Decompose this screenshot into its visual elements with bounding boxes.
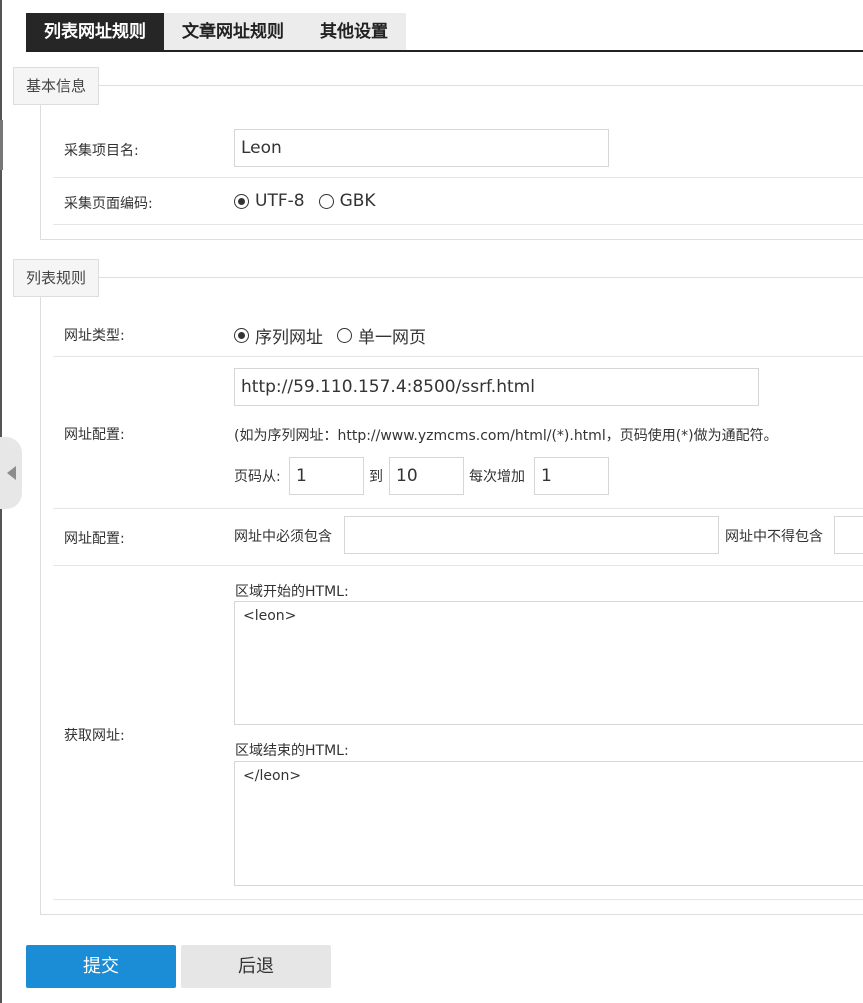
encoding-radio-group: UTF-8 GBK — [234, 191, 390, 211]
url-input[interactable]: http://59.110.157.4:8500/ssrf.html — [234, 368, 759, 406]
url-type-option-sequence-label: 序列网址 — [255, 328, 323, 348]
url-type-radio-group: 序列网址 单一网页 — [234, 323, 440, 348]
url-type-label: 网址类型: — [64, 328, 125, 344]
page-from-label: 页码从: — [234, 469, 281, 485]
page-to-label: 到 — [369, 469, 383, 485]
must-not-contain-label: 网址中不得包含 — [725, 529, 823, 545]
encoding-option-utf8-label: UTF-8 — [255, 191, 305, 211]
url-type-option-sequence[interactable]: 序列网址 — [234, 323, 323, 348]
row-divider — [53, 356, 863, 357]
url-type-option-single-label: 单一网页 — [358, 328, 426, 348]
encoding-option-gbk-label: GBK — [339, 191, 376, 211]
url-type-option-single[interactable]: 单一网页 — [337, 323, 426, 348]
radio-unchecked-icon[interactable] — [318, 193, 334, 209]
end-html-textarea[interactable]: </leon> — [234, 761, 863, 886]
sidebar-collapse-toggle[interactable] — [0, 437, 22, 509]
encoding-option-gbk[interactable]: GBK — [318, 191, 376, 211]
basic-info-legend: 基本信息 — [13, 67, 100, 105]
row-divider — [53, 899, 863, 900]
tab-article-url-rules[interactable]: 文章网址规则 — [164, 13, 302, 51]
list-rules-legend: 列表规则 — [13, 259, 100, 297]
row-divider — [53, 508, 863, 509]
page-step-input[interactable]: 1 — [534, 457, 609, 495]
end-html-label: 区域结束的HTML: — [235, 743, 349, 759]
chevron-left-icon — [7, 466, 16, 480]
tab-bar: 列表网址规则 文章网址规则 其他设置 — [26, 13, 406, 51]
tab-other-settings[interactable]: 其他设置 — [302, 13, 406, 51]
submit-button[interactable]: 提交 — [26, 945, 176, 988]
url-config-label: 网址配置: — [64, 427, 125, 443]
must-contain-input[interactable] — [344, 516, 719, 554]
start-html-textarea[interactable]: <leon> — [234, 601, 863, 725]
radio-checked-icon[interactable] — [234, 193, 249, 209]
tab-list-url-rules[interactable]: 列表网址规则 — [26, 13, 164, 51]
row-divider — [53, 224, 863, 225]
url-config2-label: 网址配置: — [64, 531, 125, 547]
page-from-input[interactable]: 1 — [289, 457, 364, 495]
back-button[interactable]: 后退 — [181, 945, 331, 988]
row-divider — [53, 177, 863, 178]
radio-checked-icon[interactable] — [234, 328, 249, 343]
page-to-input[interactable]: 10 — [389, 457, 464, 495]
must-contain-label: 网址中必须包含 — [234, 529, 332, 545]
encoding-label: 采集页面编码: — [64, 196, 153, 212]
fetch-url-label: 获取网址: — [64, 728, 125, 744]
start-html-label: 区域开始的HTML: — [235, 584, 349, 600]
row-divider — [53, 565, 863, 566]
window-left-edge-accent — [0, 120, 3, 170]
encoding-option-utf8[interactable]: UTF-8 — [234, 191, 305, 211]
page-step-label: 每次增加 — [469, 469, 525, 485]
tab-underline — [26, 50, 863, 52]
url-hint-text: (如为序列网址：http://www.yzmcms.com/html/(*).h… — [234, 428, 778, 444]
must-not-contain-input[interactable] — [834, 516, 863, 554]
project-name-label: 采集项目名: — [64, 143, 139, 159]
project-name-input[interactable]: Leon — [234, 129, 609, 167]
radio-unchecked-icon[interactable] — [337, 328, 352, 343]
